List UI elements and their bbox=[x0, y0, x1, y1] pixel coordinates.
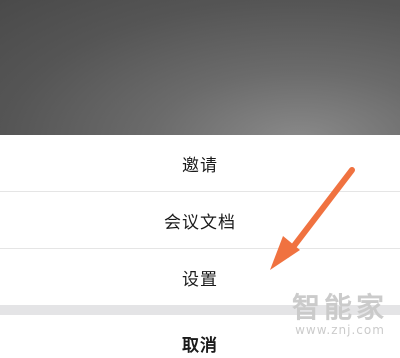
invite-label: 邀请 bbox=[182, 155, 218, 176]
settings-label: 设置 bbox=[182, 269, 218, 290]
dimmed-background-overlay[interactable] bbox=[0, 0, 400, 135]
cancel-label: 取消 bbox=[182, 336, 218, 356]
watermark: 智能家 www.znj.com bbox=[291, 291, 388, 338]
meeting-documents-label: 会议文档 bbox=[164, 212, 236, 233]
watermark-url: www.znj.com bbox=[295, 323, 385, 337]
meeting-documents-option[interactable]: 会议文档 bbox=[0, 192, 400, 248]
invite-option[interactable]: 邀请 bbox=[0, 135, 400, 191]
watermark-logo-text: 智能家 bbox=[291, 291, 388, 324]
